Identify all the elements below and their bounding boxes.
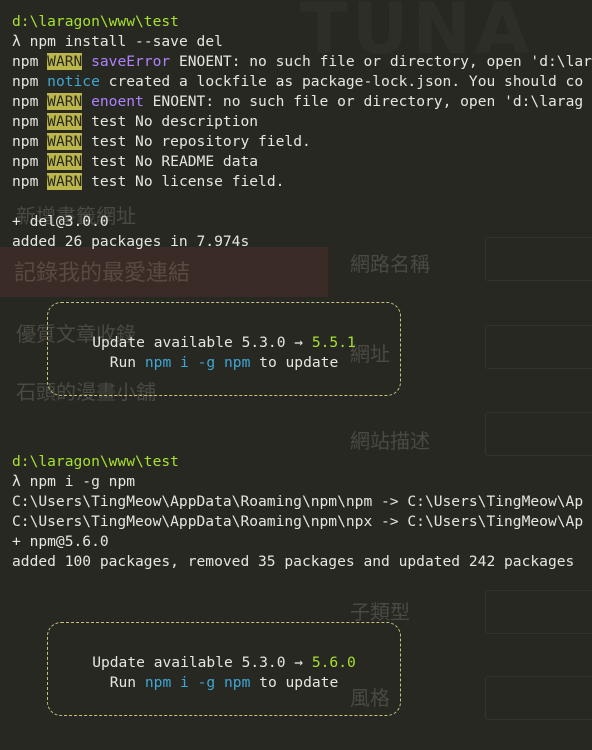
warn-badge: WARN xyxy=(47,53,83,70)
command-text: npm i -g npm xyxy=(29,473,136,490)
warn-badge: WARN xyxy=(47,93,83,110)
warn-badge: WARN xyxy=(47,153,83,170)
ghost-field-label: 子類型 xyxy=(350,600,410,624)
log-line: npm WARN enoent ENOENT: no such file or … xyxy=(12,93,584,110)
notice-badge: notice xyxy=(47,73,100,90)
log-line: C:\Users\TingMeow\AppData\Roaming\npm\np… xyxy=(12,493,584,510)
ghost-input xyxy=(485,325,592,369)
ghost-input xyxy=(485,412,592,456)
log-line: C:\Users\TingMeow\AppData\Roaming\npm\np… xyxy=(12,513,584,530)
update-run-line: Run npm i -g npm to update xyxy=(109,674,339,691)
ghost-banner-text: 記錄我的最愛連結 xyxy=(14,261,191,286)
ghost-input xyxy=(485,676,592,720)
log-line: npm WARN test No README data xyxy=(12,153,259,170)
result-line: + npm@5.6.0 xyxy=(12,533,109,550)
log-line: npm WARN test No description xyxy=(12,113,259,130)
update-notice-box: Update available 5.3.0 → 5.5.1 Run npm i… xyxy=(47,302,401,396)
update-run-line: Run npm i -g npm to update xyxy=(109,354,339,371)
result-line: added 100 packages, removed 35 packages … xyxy=(12,553,575,570)
prompt-path: d:\laragon\www\test xyxy=(12,453,179,470)
terminal-output-2[interactable]: d:\laragon\www\test λ npm i -g npm C:\Us… xyxy=(12,452,592,572)
result-line: added 26 packages in 7.974s xyxy=(12,233,250,250)
result-line: + del@3.0.0 xyxy=(12,213,109,230)
prompt-command-line: λ npm install --save del xyxy=(12,32,592,52)
log-line: npm WARN test No license field. xyxy=(12,173,285,190)
ghost-field-label: 網站描述 xyxy=(350,429,430,453)
warn-badge: WARN xyxy=(47,113,83,130)
log-line: npm WARN saveError ENOENT: no such file … xyxy=(12,53,592,70)
command-text: npm install --save del xyxy=(29,33,223,50)
log-line: npm notice created a lockfile as package… xyxy=(12,73,584,90)
ghost-field-label: 網路名稱 xyxy=(350,252,430,276)
log-line: npm WARN test No repository field. xyxy=(12,133,311,150)
warn-badge: WARN xyxy=(47,133,83,150)
ghost-input xyxy=(485,590,592,634)
warn-badge: WARN xyxy=(47,173,83,190)
prompt-command-line: λ npm i -g npm xyxy=(12,472,592,492)
new-version: 5.6.0 xyxy=(311,654,356,671)
update-available-line: Update available 5.3.0 → 5.5.1 xyxy=(92,334,356,351)
ghost-banner: 記錄我的最愛連結 xyxy=(0,247,328,297)
new-version: 5.5.1 xyxy=(311,334,356,351)
lambda-prompt-icon: λ xyxy=(12,33,21,50)
update-notice-box: Update available 5.3.0 → 5.6.0 Run npm i… xyxy=(47,622,401,716)
update-available-line: Update available 5.3.0 → 5.6.0 xyxy=(92,654,356,671)
lambda-prompt-icon: λ xyxy=(12,473,21,490)
terminal-output[interactable]: d:\laragon\www\test λ npm install --save… xyxy=(12,12,592,252)
prompt-path: d:\laragon\www\test xyxy=(12,13,179,30)
